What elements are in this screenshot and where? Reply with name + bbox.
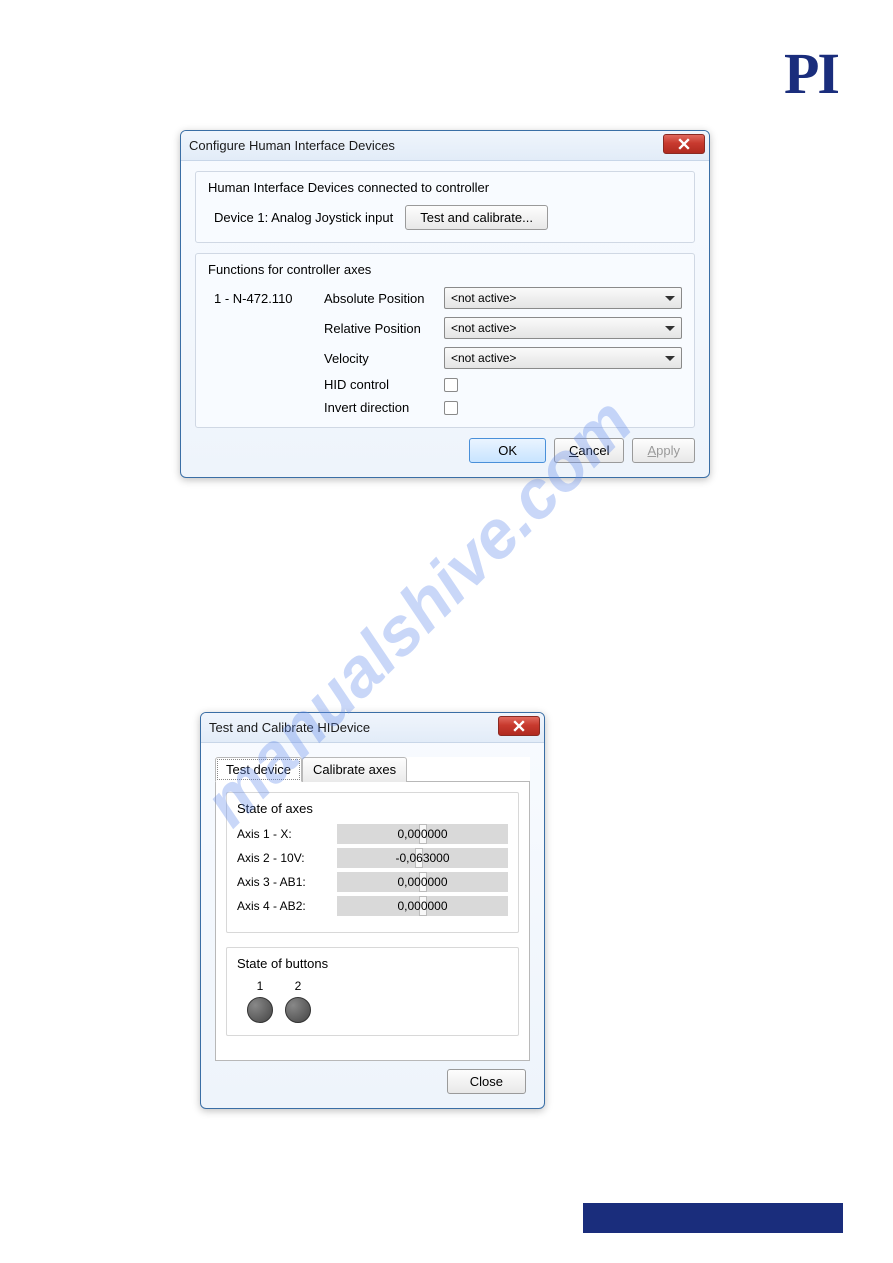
axis-value: 0,000000 [337,824,508,844]
tab-calibrate-axes[interactable]: Calibrate axes [302,757,407,782]
absolute-position-select[interactable]: <not active> [444,287,682,309]
button-indicator: 1 [247,979,273,1023]
axis-label: Axis 3 - AB1: [237,875,327,889]
relative-position-label: Relative Position [324,321,444,336]
chevron-down-icon [665,326,675,331]
state-of-buttons-group: State of buttons 12 [226,947,519,1036]
absolute-position-label: Absolute Position [324,291,444,306]
cancel-button[interactable]: Cancel [554,438,624,463]
button-indicator-label: 1 [247,979,273,993]
configure-hid-dialog: Configure Human Interface Devices Human … [180,130,710,478]
titlebar: Configure Human Interface Devices [181,131,709,161]
apply-button[interactable]: Apply [632,438,695,463]
dialog-title: Test and Calibrate HIDevice [209,720,370,735]
axis-value: 0,000000 [337,896,508,916]
device-label: Device 1: Analog Joystick input [214,210,393,225]
button-indicator: 2 [285,979,311,1023]
close-button[interactable]: Close [447,1069,526,1094]
tab-panel-test: State of axes Axis 1 - X: 0,000000 Axis 2 … [215,781,530,1061]
functions-axes-group: Functions for controller axes 1 - N-472.… [195,253,695,428]
state-of-axes-group: State of axes Axis 1 - X: 0,000000 Axis 2 … [226,792,519,933]
chevron-down-icon [665,296,675,301]
axis-value: -0,063000 [337,848,508,868]
select-value: <not active> [451,321,516,335]
axis-id: 1 - N-472.110 [214,291,324,306]
footer-bar [583,1203,843,1233]
close-icon[interactable] [498,716,540,736]
axis-row: Axis 3 - AB1: 0,000000 [237,872,508,892]
connected-devices-group: Human Interface Devices connected to con… [195,171,695,243]
close-icon[interactable] [663,134,705,154]
tab-bar: Test device Calibrate axes [215,757,530,782]
axis-row: Axis 4 - AB2: 0,000000 [237,896,508,916]
group-legend: Human Interface Devices connected to con… [208,180,682,195]
select-value: <not active> [451,291,516,305]
invert-direction-checkbox[interactable] [444,401,458,415]
button-indicator-label: 2 [285,979,311,993]
indicator-icon [247,997,273,1023]
hid-control-label: HID control [324,377,444,392]
relative-position-select[interactable]: <not active> [444,317,682,339]
test-calibrate-button[interactable]: Test and calibrate... [405,205,548,230]
axis-label: Axis 2 - 10V: [237,851,327,865]
velocity-label: Velocity [324,351,444,366]
titlebar: Test and Calibrate HIDevice [201,713,544,743]
axis-row: Axis 2 - 10V: -0,063000 [237,848,508,868]
indicator-icon [285,997,311,1023]
ok-button[interactable]: OK [469,438,546,463]
dialog-title: Configure Human Interface Devices [189,138,395,153]
chevron-down-icon [665,356,675,361]
axis-row: Axis 1 - X: 0,000000 [237,824,508,844]
velocity-select[interactable]: <not active> [444,347,682,369]
brand-logo: PI [784,40,838,107]
invert-direction-label: Invert direction [324,400,444,415]
test-calibrate-dialog: Test and Calibrate HIDevice Test device … [200,712,545,1109]
tab-test-device[interactable]: Test device [215,757,302,782]
group-legend: State of buttons [237,956,508,971]
axis-value: 0,000000 [337,872,508,892]
group-legend: Functions for controller axes [208,262,682,277]
axis-label: Axis 1 - X: [237,827,327,841]
select-value: <not active> [451,351,516,365]
group-legend: State of axes [237,801,508,816]
hid-control-checkbox[interactable] [444,378,458,392]
axis-label: Axis 4 - AB2: [237,899,327,913]
